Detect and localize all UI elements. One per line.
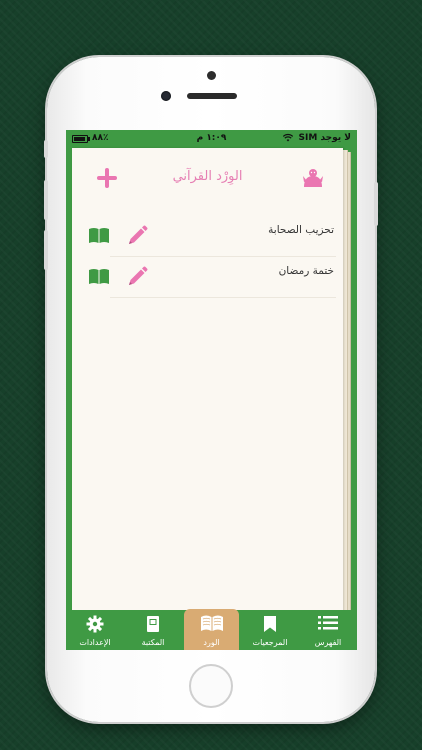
bookmark-icon xyxy=(264,616,276,632)
mute-switch xyxy=(44,140,48,158)
open-book-icon[interactable] xyxy=(88,226,110,244)
wird-row-label: ختمة رمضان xyxy=(278,265,334,277)
tab-label: الفهرس xyxy=(314,638,342,647)
praying-figure-icon[interactable] xyxy=(300,167,326,189)
app-screen: لا يوجد SIM ١:٠٩ م ٨٨٪ الوِرْد القرآني ت… xyxy=(66,130,357,650)
row-divider xyxy=(110,256,336,257)
list-icon xyxy=(318,616,338,630)
volume-up-button xyxy=(44,180,48,220)
tab-settings[interactable]: الإعدادات xyxy=(66,610,124,650)
wird-row[interactable]: ختمة رمضان xyxy=(86,258,336,298)
power-button xyxy=(374,182,378,226)
wird-row-label: تحزيب الصحابة xyxy=(268,224,334,236)
tab-label: الإعدادات xyxy=(79,638,111,647)
battery-level xyxy=(74,137,85,141)
row-divider xyxy=(110,297,336,298)
tab-label: المكتبة xyxy=(141,638,165,647)
tab-bookmarks[interactable]: المرجعيات xyxy=(241,610,299,650)
wird-page: الوِرْد القرآني تحزيب الصحابة ختمة رمضان xyxy=(72,148,343,624)
earpiece-speaker xyxy=(187,93,237,99)
wird-row[interactable]: تحزيب الصحابة xyxy=(86,217,336,257)
front-camera xyxy=(161,91,171,101)
pencil-icon[interactable] xyxy=(126,225,148,247)
open-book-icon xyxy=(200,615,223,631)
page-stack: الوِرْد القرآني تحزيب الصحابة ختمة رمضان xyxy=(72,148,356,627)
gear-icon xyxy=(86,615,104,633)
tab-label: الورد xyxy=(203,638,220,647)
tab-bar: الإعدادات المكتبة الورد المرجعيات الفهرس xyxy=(66,609,357,650)
tab-index[interactable]: الفهرس xyxy=(299,610,357,650)
clock-label: ١:٠٩ م xyxy=(196,133,227,143)
battery-percent: ٨٨٪ xyxy=(92,133,109,143)
tab-library[interactable]: المكتبة xyxy=(124,610,182,650)
battery-icon xyxy=(72,135,90,143)
volume-down-button xyxy=(44,230,48,270)
home-button[interactable] xyxy=(189,664,233,708)
open-book-icon[interactable] xyxy=(88,267,110,285)
library-book-icon xyxy=(147,616,159,632)
proximity-sensor xyxy=(207,71,216,80)
tab-wird[interactable]: الورد xyxy=(184,609,239,650)
status-bar: لا يوجد SIM ١:٠٩ م ٨٨٪ xyxy=(66,130,357,148)
pencil-icon[interactable] xyxy=(126,266,148,288)
tab-label: المرجعيات xyxy=(252,638,288,647)
